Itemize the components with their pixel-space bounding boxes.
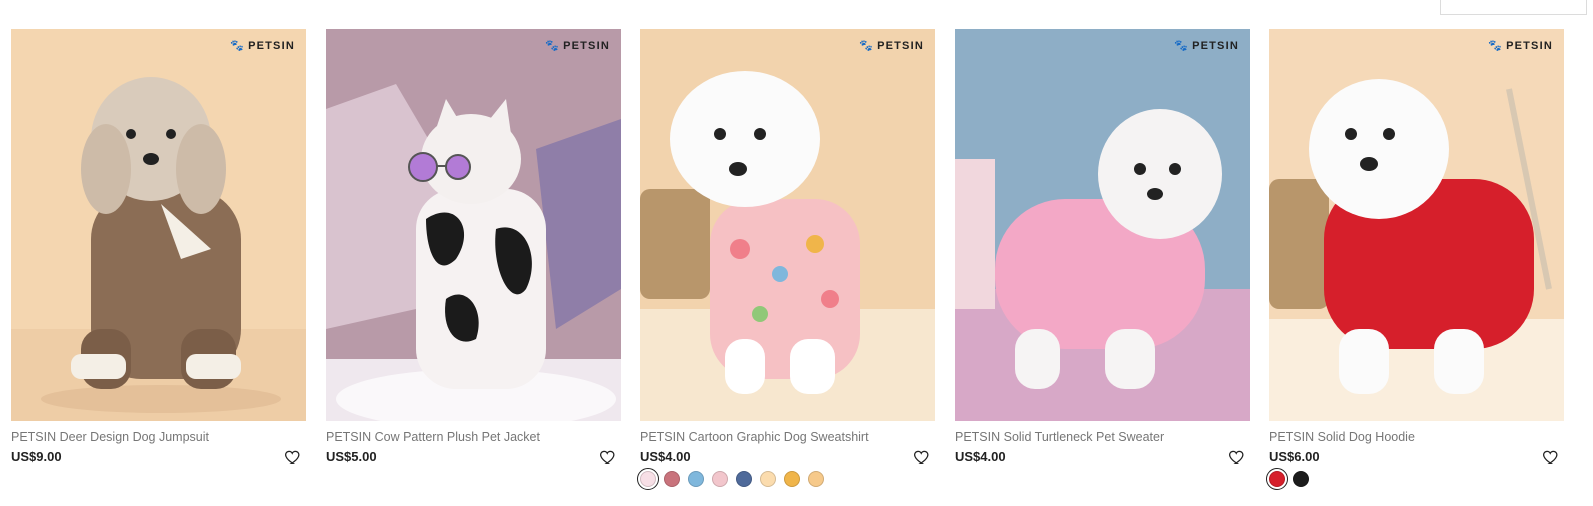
brand-logo: 🐾 PETSIN bbox=[859, 39, 924, 53]
color-swatch[interactable] bbox=[784, 471, 800, 487]
color-swatch[interactable] bbox=[808, 471, 824, 487]
product-price: US$4.00 bbox=[640, 449, 691, 464]
dog-sweater-photo bbox=[955, 29, 1250, 421]
color-swatches bbox=[637, 468, 935, 490]
product-image[interactable]: 🐾 PETSIN bbox=[11, 29, 306, 421]
product-price: US$5.00 bbox=[326, 449, 377, 464]
product-title[interactable]: PETSIN Cartoon Graphic Dog Sweatshirt bbox=[640, 429, 900, 445]
dog-sweatshirt-photo bbox=[640, 29, 935, 421]
color-swatch[interactable] bbox=[664, 471, 680, 487]
color-swatch[interactable] bbox=[637, 468, 659, 490]
product-card[interactable]: 🐾 PETSIN PETSIN Cartoon Graphic Dog Swea… bbox=[637, 29, 935, 490]
paw-icon: 🐾 bbox=[230, 40, 246, 52]
heart-outline-icon[interactable] bbox=[599, 448, 617, 466]
product-price: US$9.00 bbox=[11, 449, 62, 464]
product-title[interactable]: PETSIN Solid Turtleneck Pet Sweater bbox=[955, 429, 1215, 445]
color-swatch[interactable] bbox=[736, 471, 752, 487]
brand-name: PETSIN bbox=[248, 39, 295, 52]
product-price: US$6.00 bbox=[1269, 449, 1320, 464]
dog-jumpsuit-photo bbox=[11, 29, 306, 421]
top-right-dropdown-edge[interactable] bbox=[1440, 0, 1587, 15]
product-image[interactable]: 🐾 PETSIN bbox=[326, 29, 621, 421]
product-card[interactable]: 🐾 PETSIN PETSIN Deer Design Dog Jumpsuit… bbox=[11, 29, 306, 465]
paw-icon: 🐾 bbox=[1488, 40, 1504, 52]
product-price: US$4.00 bbox=[955, 449, 1006, 464]
product-card[interactable]: 🐾 PETSIN PETSIN Solid Dog Hoodie US$6.00 bbox=[1266, 29, 1564, 490]
color-swatches bbox=[1266, 468, 1564, 490]
product-card[interactable]: 🐾 PETSIN PETSIN Solid Turtleneck Pet Swe… bbox=[955, 29, 1250, 465]
paw-icon: 🐾 bbox=[1174, 40, 1190, 52]
paw-icon: 🐾 bbox=[545, 40, 561, 52]
product-title[interactable]: PETSIN Deer Design Dog Jumpsuit bbox=[11, 429, 271, 445]
dog-hoodie-photo bbox=[1269, 29, 1564, 421]
color-swatch[interactable] bbox=[712, 471, 728, 487]
brand-name: PETSIN bbox=[1506, 39, 1553, 52]
product-image[interactable]: 🐾 PETSIN bbox=[1269, 29, 1564, 421]
color-swatch[interactable] bbox=[688, 471, 704, 487]
brand-logo: 🐾 PETSIN bbox=[1488, 39, 1553, 53]
product-card[interactable]: 🐾 PETSIN PETSIN Cow Pattern Plush Pet Ja… bbox=[326, 29, 621, 465]
cat-jacket-photo bbox=[326, 29, 621, 421]
color-swatch[interactable] bbox=[1293, 471, 1309, 487]
product-image[interactable]: 🐾 PETSIN bbox=[955, 29, 1250, 421]
brand-name: PETSIN bbox=[1192, 39, 1239, 52]
color-swatch[interactable] bbox=[1266, 468, 1288, 490]
brand-name: PETSIN bbox=[563, 39, 610, 52]
product-image[interactable]: 🐾 PETSIN bbox=[640, 29, 935, 421]
product-title[interactable]: PETSIN Solid Dog Hoodie bbox=[1269, 429, 1529, 445]
brand-name: PETSIN bbox=[877, 39, 924, 52]
heart-outline-icon[interactable] bbox=[1228, 448, 1246, 466]
brand-logo: 🐾 PETSIN bbox=[545, 39, 610, 53]
color-swatch[interactable] bbox=[760, 471, 776, 487]
heart-outline-icon[interactable] bbox=[284, 448, 302, 466]
heart-outline-icon[interactable] bbox=[913, 448, 931, 466]
paw-icon: 🐾 bbox=[859, 40, 875, 52]
heart-outline-icon[interactable] bbox=[1542, 448, 1560, 466]
brand-logo: 🐾 PETSIN bbox=[230, 39, 295, 53]
brand-logo: 🐾 PETSIN bbox=[1174, 39, 1239, 53]
product-title[interactable]: PETSIN Cow Pattern Plush Pet Jacket bbox=[326, 429, 586, 445]
